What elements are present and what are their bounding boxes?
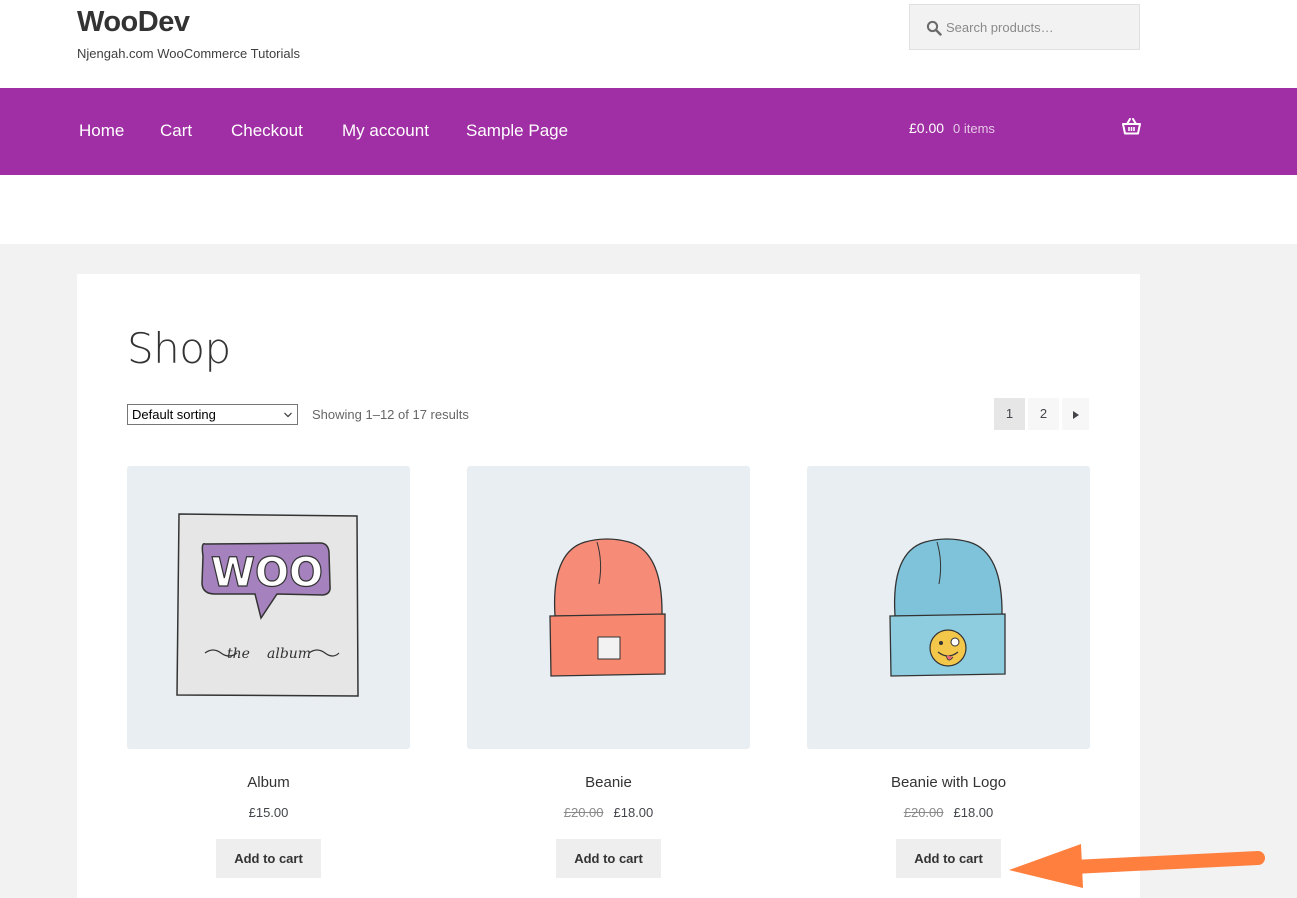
site-description: Njengah.com WooCommerce Tutorials — [77, 46, 301, 61]
site-title[interactable]: WooDev — [77, 6, 190, 39]
sale-price: £15.00 — [248, 805, 289, 820]
blue-beanie-image — [889, 538, 1006, 677]
woo-album-image: WOO the album — [176, 513, 359, 697]
search-icon — [926, 20, 942, 36]
cart-amount[interactable]: £0.00 — [909, 120, 944, 136]
annotation-arrow-icon — [1009, 844, 1265, 888]
page-title: Shop — [127, 324, 231, 373]
product-name-beanie[interactable]: Beanie — [467, 774, 750, 791]
product-name-album[interactable]: Album — [127, 774, 410, 791]
product-price-album: £15.00 — [127, 805, 410, 820]
product-search[interactable] — [909, 4, 1140, 50]
site-header: WooDev Njengah.com WooCommerce Tutorials — [0, 0, 1297, 88]
nav-home[interactable]: Home — [79, 121, 124, 141]
sorting-select[interactable]: Default sorting — [127, 404, 298, 425]
chevron-down-icon — [284, 412, 292, 418]
add-to-cart-button-beanie[interactable]: Add to cart — [556, 839, 661, 878]
product-price-beanie-with-logo: £20.00 £18.00 — [807, 805, 1090, 820]
nav-sample-page[interactable]: Sample Page — [466, 121, 568, 141]
sale-price: £18.00 — [613, 805, 654, 820]
primary-navigation: Home Cart Checkout My account Sample Pag… — [0, 88, 1297, 175]
regular-price: £20.00 — [903, 805, 944, 820]
triangle-right-icon — [1072, 410, 1079, 419]
basket-icon[interactable] — [1122, 118, 1141, 135]
page-2[interactable]: 2 — [1028, 398, 1059, 430]
regular-price: £20.00 — [563, 805, 604, 820]
page-1[interactable]: 1 — [994, 398, 1025, 430]
orange-beanie-image — [549, 538, 666, 677]
result-count: Showing 1–12 of 17 results — [312, 407, 469, 422]
product-price-beanie: £20.00 £18.00 — [467, 805, 750, 820]
search-input[interactable] — [946, 5, 1136, 49]
shop-main: Shop Default sorting Showing 1–12 of 17 … — [77, 274, 1140, 898]
product-image-beanie-with-logo[interactable] — [807, 466, 1090, 749]
product-image-album[interactable]: WOO the album — [127, 466, 410, 749]
header-spacer — [0, 175, 1297, 244]
product-image-beanie[interactable] — [467, 466, 750, 749]
svg-text:album: album — [267, 646, 311, 662]
nav-checkout[interactable]: Checkout — [231, 121, 303, 141]
svg-text:WOO: WOO — [211, 550, 323, 596]
product-name-beanie-with-logo[interactable]: Beanie with Logo — [807, 774, 1090, 791]
sorting-value: Default sorting — [132, 407, 216, 422]
add-to-cart-button-album[interactable]: Add to cart — [216, 839, 321, 878]
nav-my-account[interactable]: My account — [342, 121, 429, 141]
svg-text:the: the — [227, 646, 250, 662]
sale-price: £18.00 — [953, 805, 994, 820]
next-page-button[interactable] — [1062, 398, 1089, 430]
add-to-cart-button-beanie-with-logo[interactable]: Add to cart — [896, 839, 1001, 878]
nav-cart[interactable]: Cart — [160, 121, 192, 141]
cart-count[interactable]: 0 items — [953, 121, 995, 136]
